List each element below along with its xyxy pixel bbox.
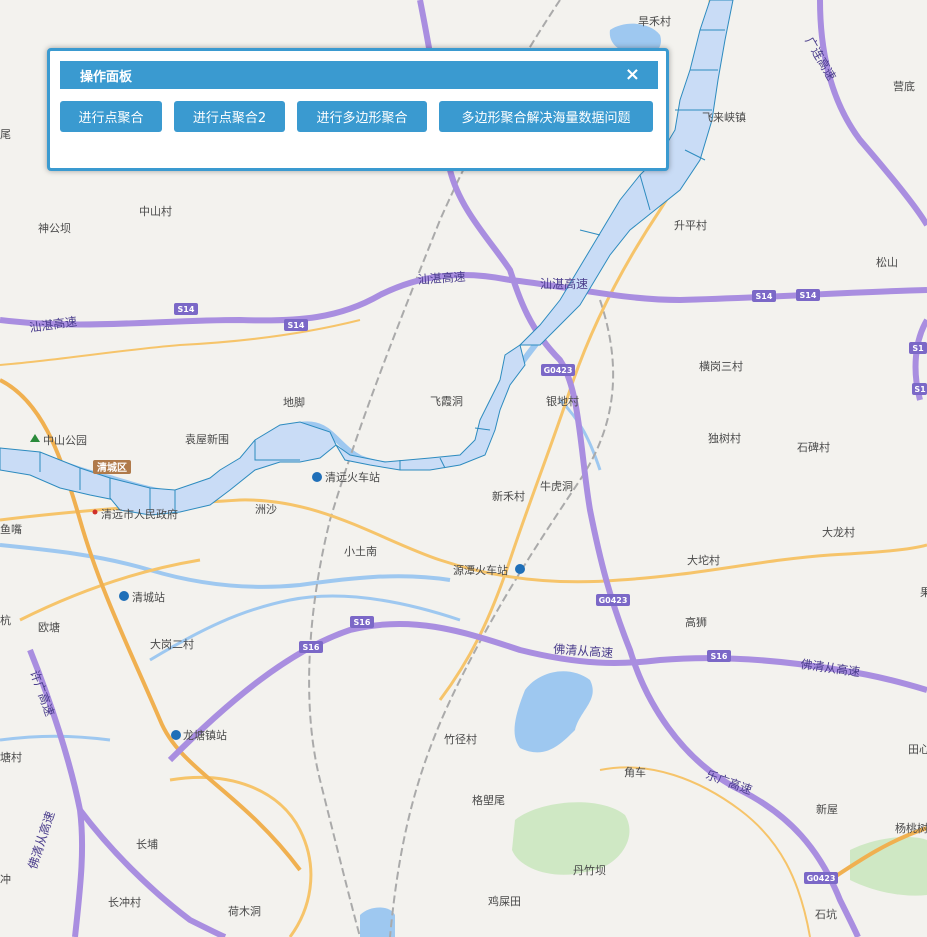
place-label: 旱禾村 <box>638 14 671 28</box>
place-label: 杨桃树 <box>895 821 927 835</box>
place-label: 鸡屎田 <box>488 894 521 908</box>
place-label: 升平村 <box>674 218 707 232</box>
polygon-cluster-mass-data-button[interactable]: 多边形聚合解决海量数据问题 <box>439 101 653 132</box>
place-label: 格塱尾 <box>472 793 505 807</box>
point-cluster-2-button[interactable]: 进行点聚合2 <box>174 101 285 132</box>
place-label: 清远火车站 <box>325 470 380 484</box>
place-label: 飞来峡镇 <box>702 110 746 124</box>
shield-s1-a-text: S1 <box>912 344 924 353</box>
shield-s16-a-text: S16 <box>354 618 371 627</box>
station-icon-qingyuan <box>312 472 322 482</box>
shield-s16-c-text: S16 <box>711 652 728 661</box>
place-label: 长冲村 <box>108 895 141 909</box>
shield-g0423-c-text: G0423 <box>807 874 836 883</box>
place-label: 丹竹坝 <box>573 863 606 877</box>
place-label: 竹径村 <box>444 732 477 746</box>
station-icon-yuantan <box>515 564 525 574</box>
place-label: 牛虎洞 <box>540 479 573 493</box>
place-label: 营底 <box>893 79 915 93</box>
place-label: 小土南 <box>344 545 377 558</box>
place-label: 新禾村 <box>492 489 525 503</box>
place-label: 清城站 <box>132 590 165 604</box>
place-label: 塘村 <box>0 750 22 764</box>
place-label: 石碑村 <box>797 440 830 454</box>
point-cluster-button[interactable]: 进行点聚合 <box>60 101 162 132</box>
shield-s14-a-text: S14 <box>178 305 195 314</box>
place-label: 洲沙 <box>255 503 277 516</box>
place-label: 高狮 <box>685 615 707 629</box>
place-label: 龙塘镇站 <box>183 728 227 742</box>
shield-g0423-a-text: G0423 <box>544 366 573 375</box>
station-icon-qingcheng <box>119 591 129 601</box>
place-label: 尾 <box>0 128 11 141</box>
place-label: 新屋 <box>816 802 838 816</box>
station-icon-longtang <box>171 730 181 740</box>
place-label: 中山公园 <box>43 434 87 447</box>
place-label: 神公坝 <box>38 221 71 235</box>
place-label: 果 <box>920 586 927 599</box>
place-label: 大龙村 <box>822 525 855 539</box>
place-label: 袁屋新围 <box>185 432 229 446</box>
shield-s14-d-text: S14 <box>800 291 817 300</box>
government-icon <box>92 509 98 515</box>
place-label: 中山村 <box>139 204 172 218</box>
panel-header: 操作面板 × <box>60 61 658 89</box>
place-label: 地脚 <box>283 395 305 409</box>
shield-s14-b-text: S14 <box>288 321 305 330</box>
place-label: 银地村 <box>546 394 579 408</box>
place-label: 冲 <box>0 872 11 886</box>
place-label: 源潭火车站 <box>453 563 508 577</box>
panel-title: 操作面板 <box>80 70 133 85</box>
place-label: 独树村 <box>708 431 741 445</box>
close-icon[interactable]: × <box>625 64 640 85</box>
place-label: 鱼嘴 <box>0 522 22 536</box>
operation-panel: 操作面板 × 进行点聚合 进行点聚合2 进行多边形聚合 多边形聚合解决海量数据问… <box>47 48 669 171</box>
shield-s1-b-text: S1 <box>914 385 926 394</box>
highway-label-shanzhan-2: 汕湛高速 <box>540 276 588 291</box>
shield-s14-c-text: S14 <box>756 292 773 301</box>
place-label: 荷木洞 <box>228 905 261 918</box>
place-label: 飞霞洞 <box>430 395 463 408</box>
place-label: 松山 <box>876 255 898 269</box>
place-label: 欧塘 <box>38 620 60 634</box>
district-badge-text: 清城区 <box>97 461 127 474</box>
place-label: 长埔 <box>136 838 158 851</box>
place-label: 大岗二村 <box>150 637 194 651</box>
place-label: 大坨村 <box>687 553 720 567</box>
shield-g0423-b-text: G0423 <box>599 596 628 605</box>
polygon-cluster-button[interactable]: 进行多边形聚合 <box>297 101 427 132</box>
place-label: 角车 <box>624 765 646 779</box>
shield-s16-b-text: S16 <box>303 643 320 652</box>
place-label: 田心 <box>908 743 927 756</box>
place-label: 清远市人民政府 <box>101 507 178 521</box>
place-label: 石坑 <box>815 907 837 921</box>
place-label: 横岗三村 <box>699 359 743 373</box>
place-label: 杭 <box>0 613 11 627</box>
